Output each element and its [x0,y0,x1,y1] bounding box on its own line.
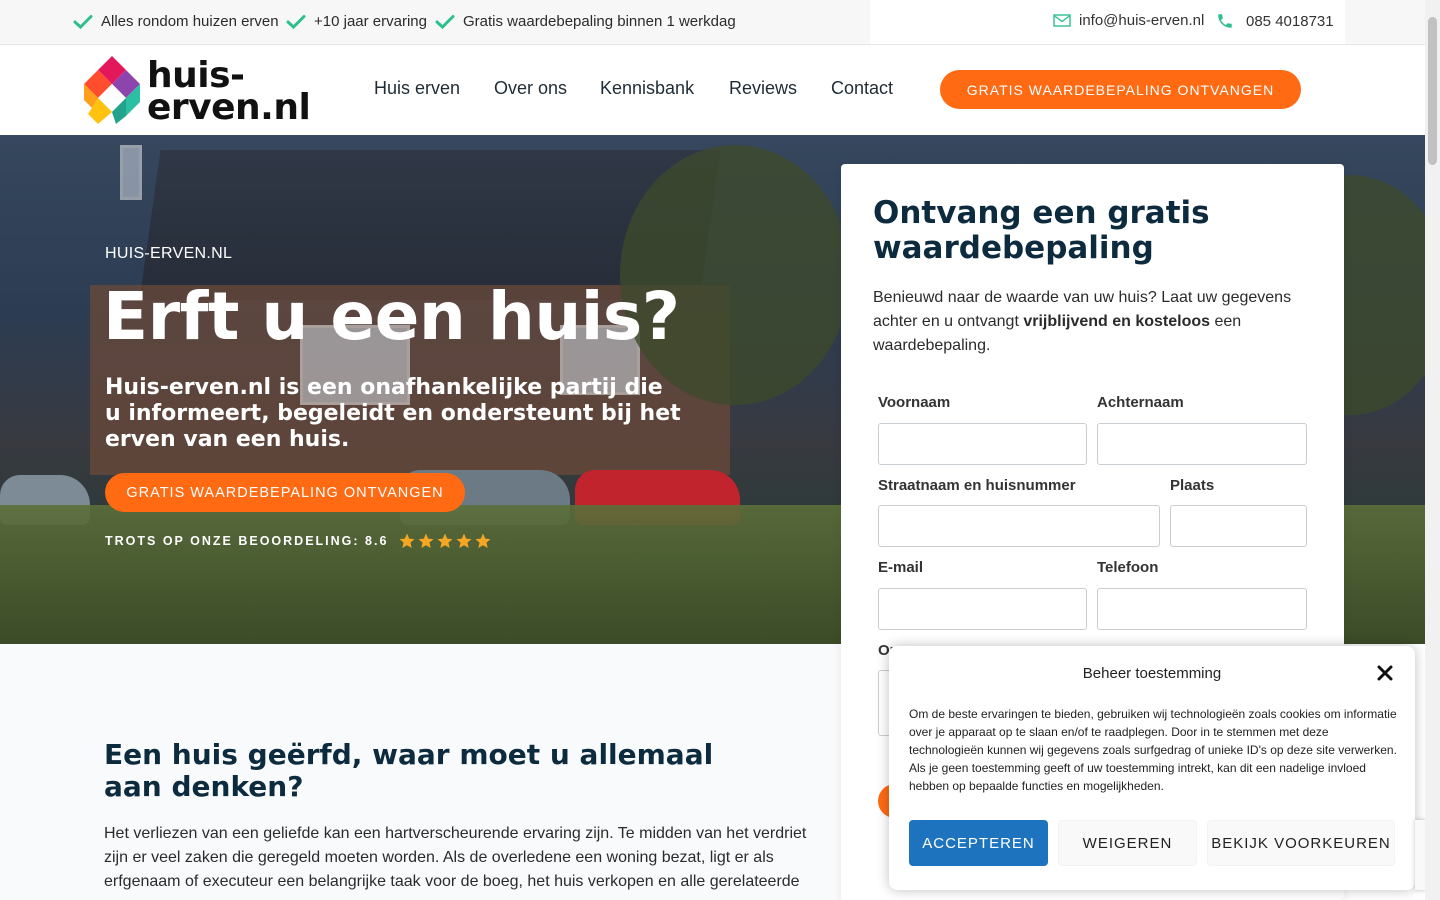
email-text: info@huis-erven.nl [1079,12,1205,29]
city-input[interactable] [1170,505,1307,547]
check-icon [286,14,306,29]
star-icon [456,533,472,549]
logo-mark [84,56,140,124]
scrollbar[interactable] [1425,0,1440,900]
hero-bg-window [120,145,142,200]
nav-item-contact[interactable]: Contact [831,78,893,99]
lastname-label: Achternaam [1097,394,1184,411]
city-label: Plaats [1170,477,1215,494]
street-input[interactable] [878,505,1160,547]
scrollbar-thumb[interactable] [1428,17,1437,165]
star-icon [399,533,415,549]
mail-icon [1053,14,1071,27]
cookie-deny-button[interactable]: WEIGEREN [1058,820,1197,866]
site-header: huis- erven.nl Huis erven Over ons Kenni… [0,45,1425,135]
cookie-title: Beheer toestemming [1082,665,1222,682]
star-icon [437,533,453,549]
logo-line-2: erven.nl [147,87,311,128]
top-bar: Alles rondom huizen erven +10 jaar ervar… [0,0,1425,45]
content-body: Het verliezen van een geliefde kan een h… [104,825,807,890]
phone-link[interactable]: 085 4018731 [1216,12,1334,30]
header-cta-button[interactable]: GRATIS WAARDEBEPALING ONTVANGEN [940,70,1301,109]
form-intro: Benieuwd naar de waarde van uw huis? Laa… [873,286,1293,358]
nav-item-kennisbank[interactable]: Kennisbank [600,78,694,99]
cookie-preferences-button[interactable]: BEKIJK VOORKEUREN [1207,820,1395,866]
star-icon [475,533,491,549]
usp-item: Gratis waardebepaling binnen 1 werkdag [435,13,736,30]
usp-text: Alles rondom huizen erven [101,13,279,30]
content-title: Een huis geërfd, waar moet u allemaal aa… [104,738,714,803]
phone-text: 085 4018731 [1246,12,1334,30]
email-label: E-mail [878,559,924,576]
check-icon [435,14,455,29]
star-icon [418,533,434,549]
logo-wordmark: huis- erven.nl [147,58,311,128]
phone-input[interactable] [1097,588,1307,630]
usp-text: +10 jaar ervaring [314,13,427,30]
firstname-label: Voornaam [878,394,951,411]
rating: TROTS OP ONZE BEOORDELING: 8.6 [105,532,493,550]
form-intro-bold: vrijblijvend en kosteloos [1023,313,1211,330]
phone-label: Telefoon [1097,559,1159,576]
firstname-input[interactable] [878,423,1087,465]
hero-title: Erft u een huis? [103,278,680,355]
hero-cta-button[interactable]: GRATIS WAARDEBEPALING ONTVANGEN [105,473,465,512]
logo[interactable]: huis- erven.nl [82,54,311,129]
nav-item-reviews[interactable]: Reviews [729,78,797,99]
rating-stars [398,532,493,550]
email-link[interactable]: info@huis-erven.nl [1053,12,1204,29]
usp-text: Gratis waardebepaling binnen 1 werkdag [463,13,736,30]
cookie-accept-button[interactable]: ACCEPTEREN [909,820,1048,866]
form-title: Ontvang een gratis waardebepaling [873,195,1210,266]
cookie-consent-modal: Beheer toestemming Om de beste ervaringe… [889,646,1415,890]
usp-item: +10 jaar ervaring [286,13,427,30]
hero-bg-tree [620,145,850,405]
cookie-text: Om de beste ervaringen te bieden, gebrui… [909,707,1397,793]
street-label: Straatnaam en huisnummer [878,477,1076,494]
email-input[interactable] [878,588,1087,630]
hero-subtitle: Huis-erven.nl is een onafhankelijke part… [105,375,681,452]
rating-text: TROTS OP ONZE BEOORDELING: 8.6 [105,534,389,548]
hero-eyebrow: HUIS-ERVEN.NL [105,245,233,262]
phone-icon [1218,14,1232,28]
check-icon [73,14,93,29]
nav-item-over-ons[interactable]: Over ons [494,78,567,99]
lastname-input[interactable] [1097,423,1307,465]
close-icon[interactable] [1375,663,1395,683]
usp-item: Alles rondom huizen erven [73,13,279,30]
nav-item-huis-erven[interactable]: Huis erven [374,78,460,99]
